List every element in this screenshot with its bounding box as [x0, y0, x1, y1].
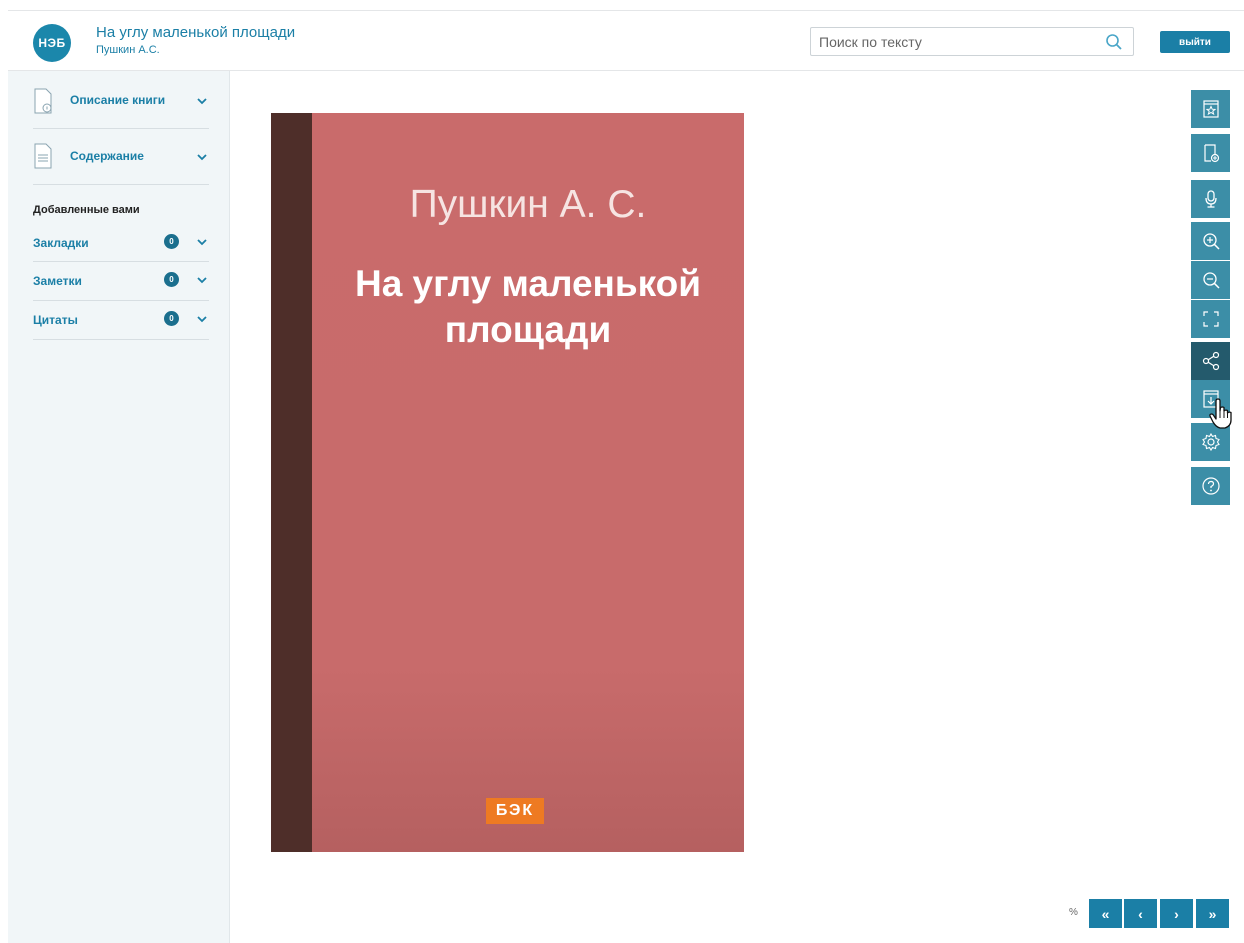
zoom-out-button[interactable] — [1191, 261, 1230, 299]
fullscreen-icon — [1202, 311, 1219, 327]
last-page-button[interactable]: » — [1196, 899, 1229, 928]
sidebar: Описание книги Содержание Добавленные ва… — [8, 71, 230, 943]
help-icon — [1201, 477, 1220, 495]
logout-button[interactable]: выйти — [1160, 31, 1230, 53]
book-title: На углу маленькой площади — [96, 24, 296, 41]
bookmarks-list-button[interactable] — [1191, 90, 1230, 128]
document-list-icon — [34, 143, 52, 169]
sidebar-item-label: Заметки — [33, 274, 82, 288]
microphone-icon — [1204, 190, 1217, 208]
zoom-in-icon — [1202, 233, 1220, 250]
sidebar-item-label: Описание книги — [70, 93, 166, 107]
share-icon — [1202, 351, 1219, 371]
zoom-in-button[interactable] — [1191, 222, 1230, 260]
chevron-down-icon[interactable] — [197, 97, 207, 105]
count-badge: 0 — [164, 311, 179, 326]
settings-icon — [1201, 432, 1220, 452]
zoom-out-icon — [1202, 272, 1220, 289]
sidebar-item-quotes[interactable]: Цитаты 0 — [33, 301, 209, 340]
bookmark-star-icon — [1202, 100, 1219, 118]
cover-title: На углу маленькой площади — [354, 263, 702, 350]
count-badge: 0 — [164, 234, 179, 249]
search-input[interactable] — [819, 32, 1099, 52]
search-box — [810, 27, 1134, 56]
voice-read-button[interactable] — [1191, 180, 1230, 218]
neb-logo[interactable]: НЭБ — [33, 24, 71, 62]
chevron-down-icon[interactable] — [197, 315, 207, 323]
publisher-logo: БЭК — [486, 798, 544, 824]
book-cover: Пушкин А. С. На углу маленькой площади Б… — [271, 113, 744, 852]
hand-cursor-icon — [1209, 398, 1232, 429]
chevron-down-icon[interactable] — [197, 276, 207, 284]
book-author: Пушкин А.С. — [96, 44, 160, 56]
prev-page-button[interactable]: ‹ — [1124, 899, 1157, 928]
count-badge: 0 — [164, 272, 179, 287]
sidebar-item-label: Закладки — [33, 236, 89, 250]
fullscreen-button[interactable] — [1191, 300, 1230, 338]
sidebar-item-bookmarks[interactable]: Закладки 0 — [33, 224, 209, 262]
chevron-down-icon[interactable] — [197, 153, 207, 161]
first-page-button[interactable]: « — [1089, 899, 1122, 928]
sidebar-item-contents[interactable]: Содержание — [33, 129, 209, 185]
window-frame-left — [0, 0, 8, 943]
header: НЭБ На углу маленькой площади Пушкин А.С… — [8, 10, 1244, 71]
book-spine — [271, 113, 312, 852]
sidebar-item-label: Содержание — [70, 149, 144, 163]
cover-author: Пушкин А. С. — [409, 183, 647, 226]
add-bookmark-button[interactable] — [1191, 134, 1230, 172]
document-info-icon — [34, 88, 52, 114]
add-bookmark-icon — [1203, 144, 1219, 163]
zoom-percent-label: % — [1069, 907, 1078, 918]
user-added-heading: Добавленные вами — [33, 204, 140, 216]
sidebar-item-description[interactable]: Описание книги — [33, 71, 209, 129]
next-page-button[interactable]: › — [1160, 899, 1193, 928]
window-frame-top — [0, 0, 1244, 10]
share-button[interactable] — [1191, 342, 1230, 380]
search-icon[interactable] — [1105, 33, 1123, 51]
chevron-down-icon[interactable] — [197, 238, 207, 246]
sidebar-item-notes[interactable]: Заметки 0 — [33, 262, 209, 301]
help-button[interactable] — [1191, 467, 1230, 505]
sidebar-item-label: Цитаты — [33, 313, 78, 327]
